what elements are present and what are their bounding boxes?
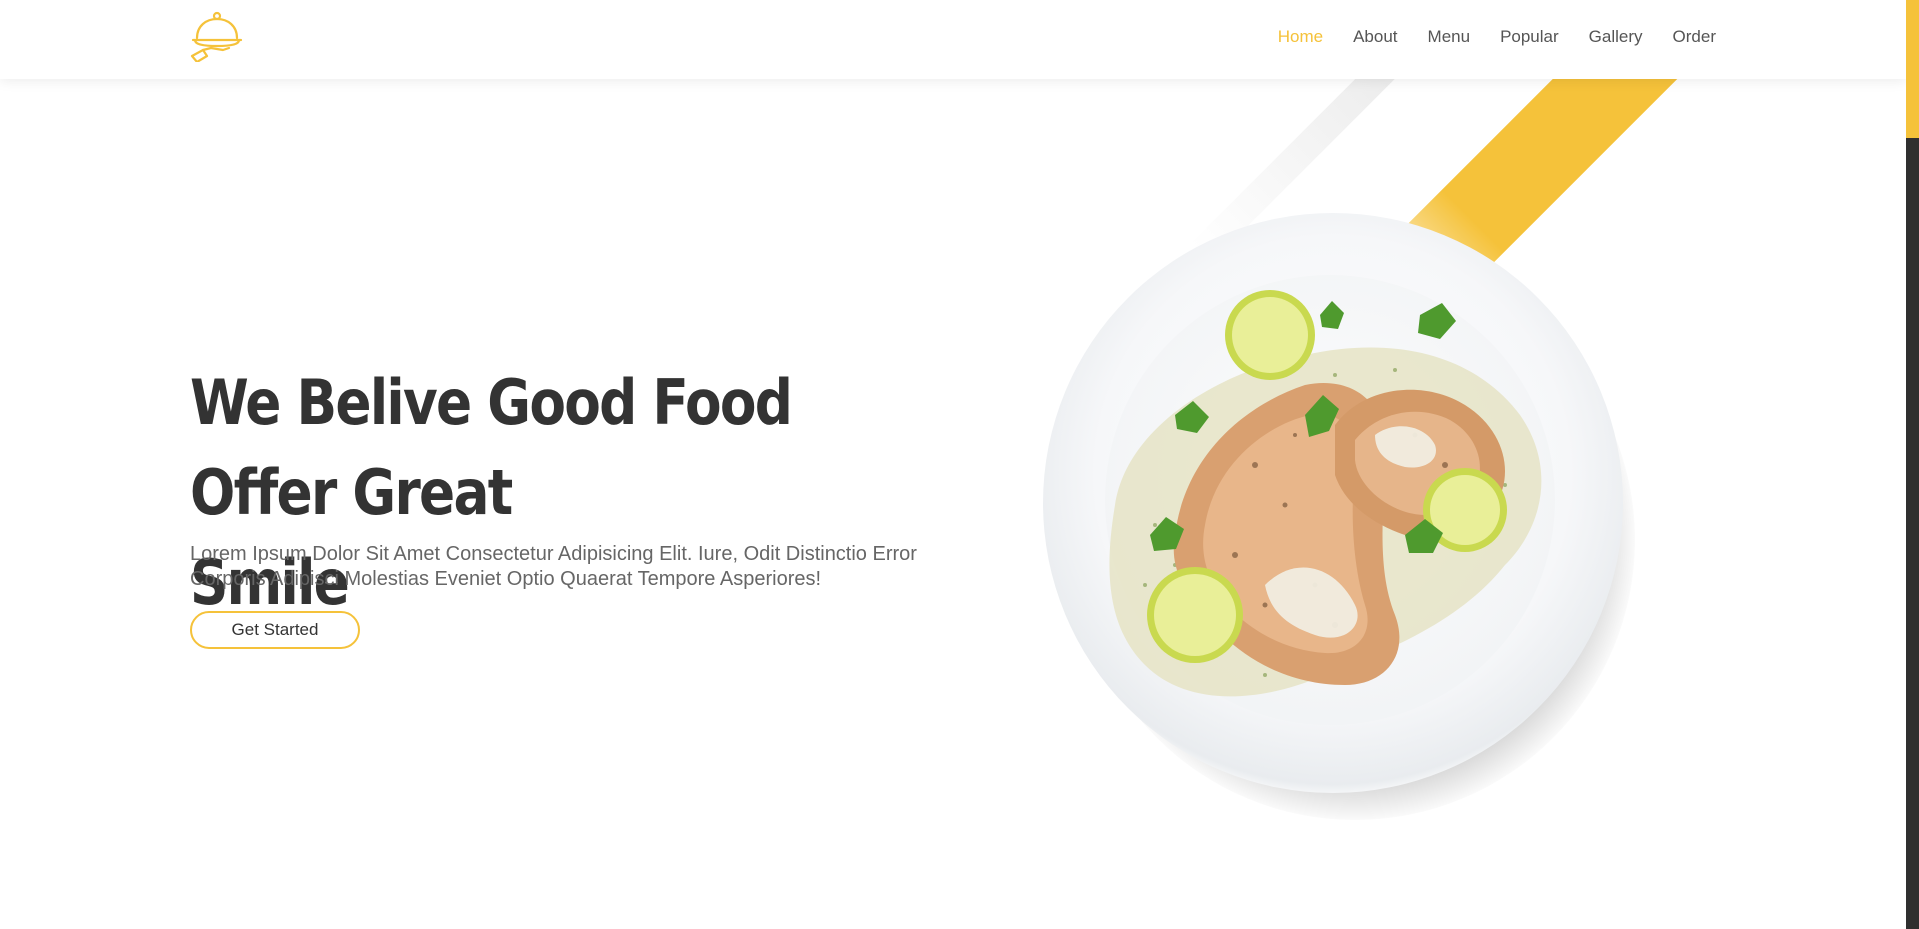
nav-about[interactable]: About — [1353, 27, 1397, 47]
scrollbar-thumb[interactable] — [1906, 0, 1919, 138]
food-illustration — [1109, 290, 1542, 697]
nav-gallery[interactable]: Gallery — [1589, 27, 1643, 47]
logo-link[interactable] — [189, 10, 245, 64]
hero-title-line1: We Belive Good Food Offer Great — [190, 366, 793, 529]
get-started-button[interactable]: Get Started — [190, 611, 360, 649]
nav-popular[interactable]: Popular — [1500, 27, 1559, 47]
main-nav: Home About Menu Popular Gallery Order — [1248, 27, 1716, 47]
site-header: Home About Menu Popular Gallery Order — [0, 0, 1906, 79]
page: Home About Menu Popular Gallery Order We… — [0, 0, 1919, 929]
nav-order[interactable]: Order — [1673, 27, 1716, 47]
nav-home[interactable]: Home — [1278, 27, 1323, 47]
cloche-serving-icon — [190, 11, 243, 64]
nav-menu[interactable]: Menu — [1428, 27, 1471, 47]
hero-description: Lorem Ipsum Dolor Sit Amet Consectetur A… — [190, 543, 917, 590]
food-plate-image — [1035, 205, 1635, 820]
page-scrollbar[interactable] — [1906, 0, 1919, 929]
